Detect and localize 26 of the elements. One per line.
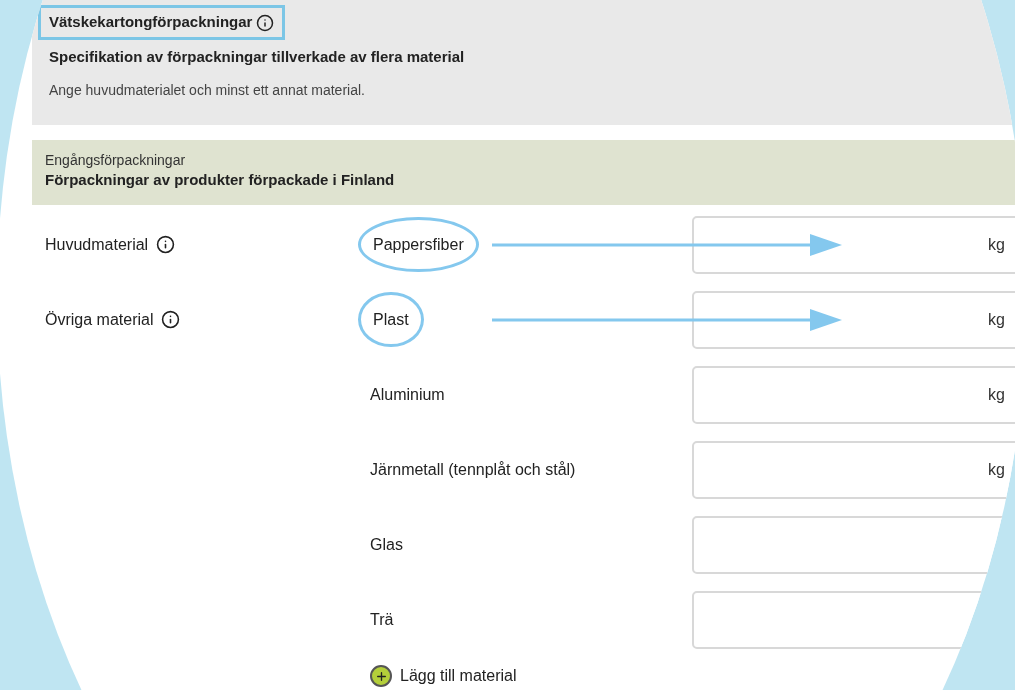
category-title: Engångsförpackningar <box>45 151 187 170</box>
unit-label: kg <box>988 234 1005 255</box>
unit-label: kg <box>988 459 1005 480</box>
material-label: Glas <box>370 535 403 555</box>
material-label: Plast <box>358 292 424 347</box>
add-material-button[interactable]: Lägg till material <box>370 664 517 688</box>
info-icon[interactable] <box>256 13 275 32</box>
material-label: Trä <box>370 610 394 630</box>
unit-label: kg <box>988 309 1005 330</box>
weight-input[interactable]: kg <box>692 440 1015 499</box>
field-label: Huvudmaterial <box>45 234 149 255</box>
section-subtitle: Specifikation av förpackningar tillverkade av flera material <box>48 47 465 67</box>
category-subtitle: Förpackningar av produkter förpackade i Finland <box>45 170 396 190</box>
section-description: Ange huvudmaterialet och minst ett annat material. <box>48 80 365 100</box>
field-label: Övriga material <box>45 309 154 330</box>
material-label: Järnmetall (tennplåt och stål) <box>370 460 576 480</box>
section-title: Vätskekartongförpackningar <box>38 5 286 40</box>
material-label: Aluminium <box>370 385 445 405</box>
info-icon[interactable] <box>156 235 176 254</box>
material-label: Pappersfiber <box>358 217 479 272</box>
plus-icon <box>370 665 392 687</box>
unit-label: kg <box>988 384 1005 405</box>
info-icon[interactable] <box>161 310 181 329</box>
weight-input[interactable]: kg <box>692 215 1015 274</box>
weight-input[interactable]: kg <box>692 365 1015 424</box>
weight-input[interactable]: kg <box>692 290 1015 349</box>
